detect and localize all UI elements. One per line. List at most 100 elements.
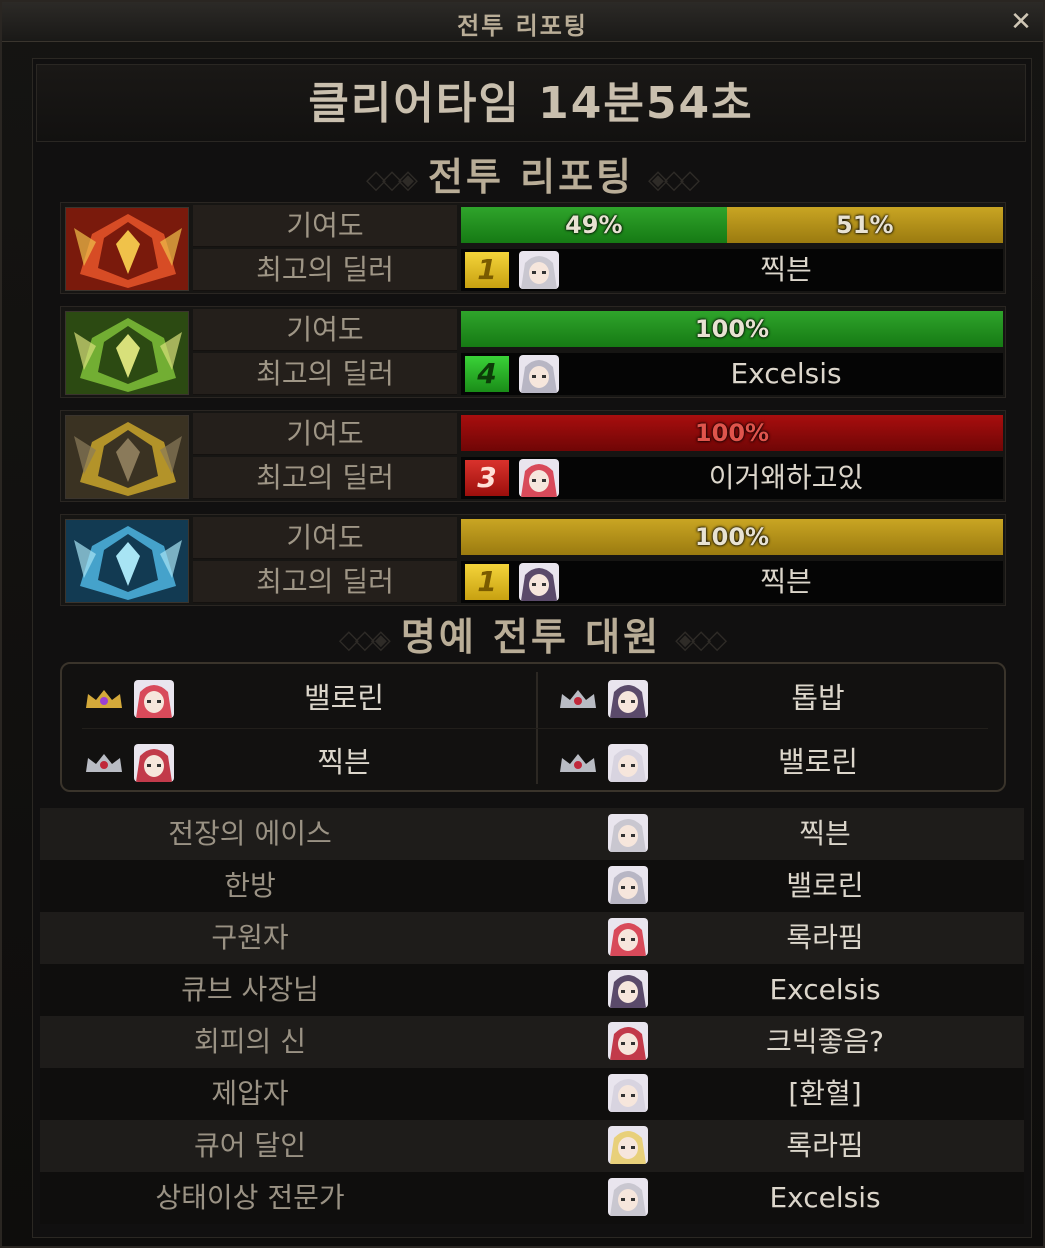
award-title: 상태이상 전문가 [155, 1181, 345, 1214]
avatar [519, 563, 559, 601]
award-title: 구원자 [211, 921, 289, 954]
ornament-left-icon: ◇◇◈ [338, 624, 391, 655]
contribution-label: 기여도 [193, 205, 457, 247]
avatar [608, 1022, 648, 1060]
honor-member-name: 찍븐 [317, 745, 371, 779]
close-button[interactable]: ✕ [1007, 8, 1035, 36]
honor-member-name: 밸로린 [777, 745, 859, 779]
award-winner-name[interactable]: 록라핌 [660, 1120, 990, 1172]
contribution-segment: 100% [461, 415, 1003, 451]
award-row: 제압자 [환혈] [40, 1068, 1024, 1120]
award-title: 제압자 [211, 1077, 289, 1110]
contribution-segment: 51% [726, 207, 1003, 243]
section-title-report: ◇◇◈ 전투 리포팅 ◈◇◇ [36, 146, 1026, 199]
avatar [519, 459, 559, 497]
crown-icon [558, 688, 598, 710]
award-winner-name[interactable]: [환혈] [660, 1068, 990, 1120]
award-winner-name[interactable]: Excelsis [660, 964, 990, 1016]
avatar [134, 680, 174, 718]
dealer-name[interactable]: 찍븐 [571, 249, 1001, 291]
nature-boss-icon [65, 311, 189, 395]
earth-boss-icon [65, 415, 189, 499]
award-winner-name[interactable]: 록라핌 [660, 912, 990, 964]
contribution-bar: 49% 51% [461, 207, 1003, 243]
window-title: 전투 리포팅 [457, 12, 588, 40]
award-title: 회피의 신 [194, 1025, 306, 1058]
avatar [519, 355, 559, 393]
title-bar[interactable]: 전투 리포팅 ✕ [2, 2, 1043, 42]
award-winner-name[interactable]: Excelsis [660, 1172, 990, 1224]
award-title: 한방 [224, 869, 276, 902]
award-title: 큐브 사장님 [181, 973, 319, 1006]
battle-report-window: 전투 리포팅 ✕ 클리어타임 14분54초 ◇◇◈ 전투 리포팅 ◈◇◇ 기여도 최고… [0, 0, 1045, 1248]
award-table: 전장의 에이스 찍븐 한방 밸로린 구원자 록라핌 큐브 사장님 Excelsis 회피… [40, 808, 1024, 1224]
avatar [608, 680, 648, 718]
honor-member[interactable]: 밸로린 [62, 668, 502, 728]
divider [82, 728, 988, 729]
ornament-right-icon: ◈◇◇ [675, 624, 727, 655]
award-row: 한방 밸로린 [40, 860, 1024, 912]
boss-row: 기여도 최고의 딜러 100% 1 찍븐 [60, 514, 1006, 606]
award-title: 큐어 달인 [194, 1129, 306, 1162]
crown-icon [84, 752, 124, 774]
top-dealer: 3 이거왜하고있 [461, 457, 1003, 499]
top-dealer: 1 찍븐 [461, 249, 1003, 291]
rank-badge: 1 [465, 252, 509, 288]
boss-row: 기여도 최고의 딜러 100% 4 Excelsis [60, 306, 1006, 398]
ice-boss-icon [65, 519, 189, 603]
crown-icon [84, 688, 124, 710]
honor-member-name: 밸로린 [303, 681, 385, 715]
contribution-segment: 100% [461, 519, 1003, 555]
contribution-label: 기여도 [193, 517, 457, 559]
award-winner-name[interactable]: 크빅좋음? [660, 1016, 990, 1068]
avatar [608, 1126, 648, 1164]
avatar [608, 866, 648, 904]
award-row: 회피의 신 크빅좋음? [40, 1016, 1024, 1068]
award-row: 구원자 록라핌 [40, 912, 1024, 964]
top-dealer-label: 최고의 딜러 [193, 561, 457, 603]
top-dealer: 1 찍븐 [461, 561, 1003, 603]
award-winner-name[interactable]: 찍븐 [660, 808, 990, 860]
clear-time: 클리어타임 14분54초 [36, 64, 1026, 142]
avatar [134, 744, 174, 782]
section-title-honor: ◇◇◈ 명예 전투 대원 ◈◇◇ [36, 606, 1026, 659]
award-row: 큐브 사장님 Excelsis [40, 964, 1024, 1016]
contribution-bar: 100% [461, 311, 1003, 347]
award-row: 큐어 달인 록라핌 [40, 1120, 1024, 1172]
award-row: 상태이상 전문가 Excelsis [40, 1172, 1024, 1224]
contribution-segment: 49% [461, 207, 727, 243]
avatar [608, 1178, 648, 1216]
avatar [519, 251, 559, 289]
rank-badge: 3 [465, 460, 509, 496]
dealer-name[interactable]: 찍븐 [571, 561, 1001, 603]
top-dealer-label: 최고의 딜러 [193, 353, 457, 395]
award-row: 전장의 에이스 찍븐 [40, 808, 1024, 860]
rank-badge: 4 [465, 356, 509, 392]
contribution-bar: 100% [461, 519, 1003, 555]
ornament-right-icon: ◈◇◇ [648, 164, 700, 195]
ornament-left-icon: ◇◇◈ [365, 164, 418, 195]
honor-members-box: 밸로린 톱밥 찍븐 밸로린 [60, 662, 1006, 792]
boss-row: 기여도 최고의 딜러 49% 51% 1 찍븐 [60, 202, 1006, 294]
honor-member[interactable]: 톱밥 [536, 668, 976, 728]
top-dealer-label: 최고의 딜러 [193, 457, 457, 499]
avatar [608, 970, 648, 1008]
dealer-name[interactable]: Excelsis [571, 353, 1001, 395]
top-dealer: 4 Excelsis [461, 353, 1003, 395]
dealer-name[interactable]: 이거왜하고있 [571, 457, 1001, 499]
honor-member[interactable]: 찍븐 [62, 732, 502, 792]
fire-boss-icon [65, 207, 189, 291]
award-winner-name[interactable]: 밸로린 [660, 860, 990, 912]
award-title: 전장의 에이스 [168, 817, 332, 850]
rank-badge: 1 [465, 564, 509, 600]
section-honor-label: 명예 전투 대원 [400, 615, 662, 659]
boss-row: 기여도 최고의 딜러 100% 3 이거왜하고있 [60, 410, 1006, 502]
honor-member[interactable]: 밸로린 [536, 732, 976, 792]
avatar [608, 814, 648, 852]
avatar [608, 918, 648, 956]
crown-icon [558, 752, 598, 774]
contribution-bar: 100% [461, 415, 1003, 451]
avatar [608, 1074, 648, 1112]
avatar [608, 744, 648, 782]
top-dealer-label: 최고의 딜러 [193, 249, 457, 291]
